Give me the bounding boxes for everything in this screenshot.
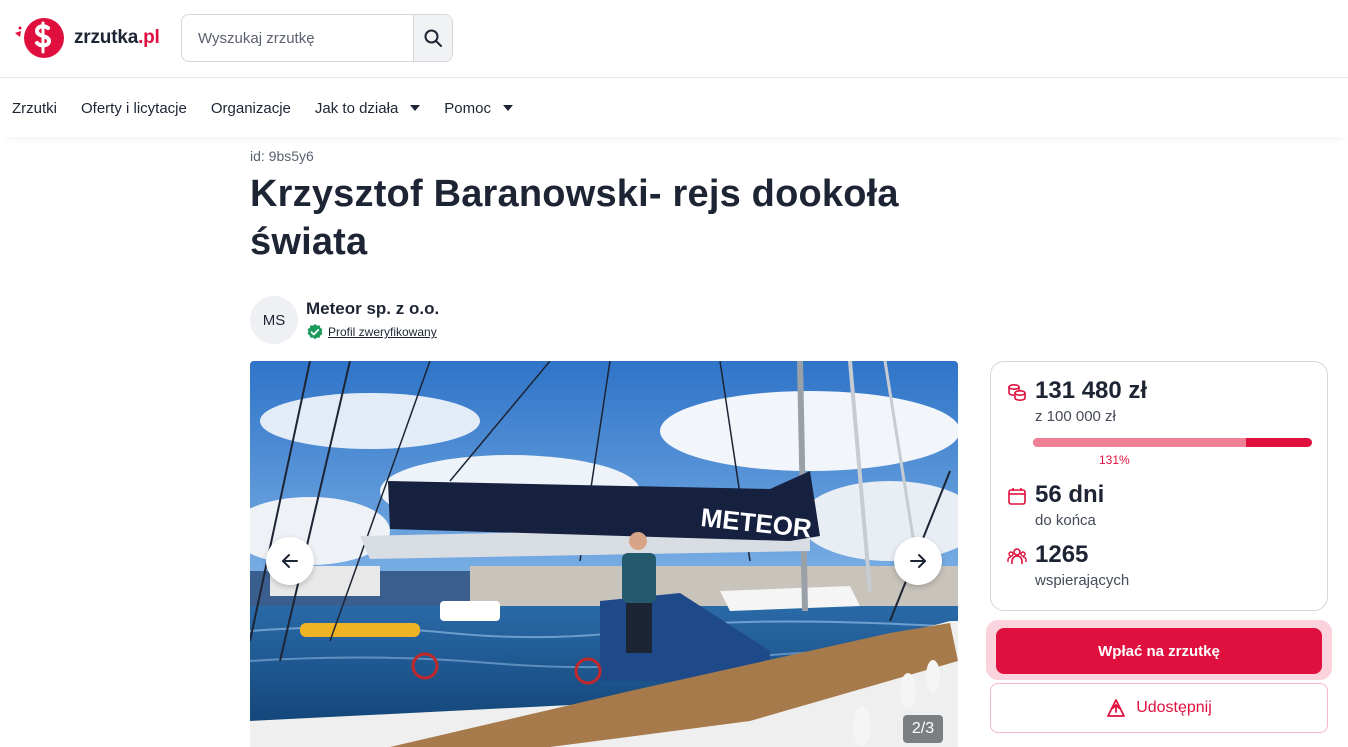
verified-profile-link[interactable]: Profil zweryfikowany	[328, 325, 437, 339]
nav-item-pomoc[interactable]: Pomoc	[444, 100, 513, 117]
share-button[interactable]: Udostępnij	[990, 683, 1328, 733]
piggy-logo-icon	[12, 16, 68, 60]
nav-item-oferty[interactable]: Oferty i licytacje	[81, 100, 187, 117]
logo-wordmark: zrzutka.pl	[74, 27, 160, 48]
main-nav: Zrzutki Oferty i licytacje Organizacje J…	[0, 79, 1348, 137]
caret-down-icon	[502, 105, 513, 111]
nav-item-organizacje[interactable]: Organizacje	[211, 100, 291, 117]
supporters-stat: 1265 wspierających	[1007, 540, 1129, 589]
supporters-label: wspierających	[1035, 572, 1130, 589]
raised-stat: 131 480 zł z 100 000 zł	[1007, 376, 1147, 425]
campaign-gallery[interactable]: METEOR	[250, 361, 958, 747]
progress-bar	[1033, 438, 1312, 447]
progress-percent: 131%	[1099, 453, 1130, 467]
share-icon	[1107, 699, 1126, 717]
nav-item-zrzutki[interactable]: Zrzutki	[12, 100, 57, 117]
supporters-count: 1265	[1035, 541, 1089, 568]
arrow-right-icon	[910, 554, 926, 568]
arrow-left-icon	[282, 554, 298, 568]
search-box	[181, 14, 453, 62]
sailboat-photo: METEOR	[250, 361, 958, 747]
gallery-prev-button[interactable]	[266, 537, 314, 585]
goal-amount: z 100 000 zł	[1035, 408, 1116, 425]
people-icon	[1007, 548, 1027, 564]
gallery-counter: 2/3	[903, 715, 943, 743]
top-header: zrzutka.pl	[0, 0, 1348, 78]
search-button[interactable]	[413, 15, 452, 61]
site-logo[interactable]: zrzutka.pl	[12, 16, 160, 60]
gallery-next-button[interactable]	[894, 537, 942, 585]
share-label: Udostępnij	[1136, 699, 1212, 716]
organizer: MS Meteor sp. z o.o. Profil zweryfikowan…	[250, 296, 439, 344]
donate-button[interactable]: Wpłać na zrzutkę	[996, 628, 1322, 674]
calendar-icon	[1008, 488, 1026, 505]
verified-check-icon	[307, 324, 323, 340]
avatar[interactable]: MS	[250, 296, 298, 344]
raised-amount: 131 480 zł	[1035, 377, 1148, 404]
nav-item-jak-to-dziala[interactable]: Jak to działa	[315, 100, 421, 117]
days-left-label: do końca	[1035, 512, 1096, 529]
caret-down-icon	[410, 105, 421, 111]
campaign-id: id: 9bs5y6	[250, 148, 314, 164]
page-title: Krzysztof Baranowski- rejs dookoła świat…	[250, 173, 899, 263]
days-stat: 56 dni do końca	[1007, 480, 1104, 529]
search-icon	[424, 29, 442, 47]
search-input[interactable]	[182, 15, 413, 61]
progress-fill	[1033, 438, 1246, 447]
stats-card: 131 480 zł z 100 000 zł 131% 56 dni do k…	[990, 361, 1328, 611]
organizer-name[interactable]: Meteor sp. z o.o.	[306, 299, 439, 319]
days-left: 56 dni	[1035, 481, 1105, 508]
coins-icon	[1008, 383, 1026, 402]
